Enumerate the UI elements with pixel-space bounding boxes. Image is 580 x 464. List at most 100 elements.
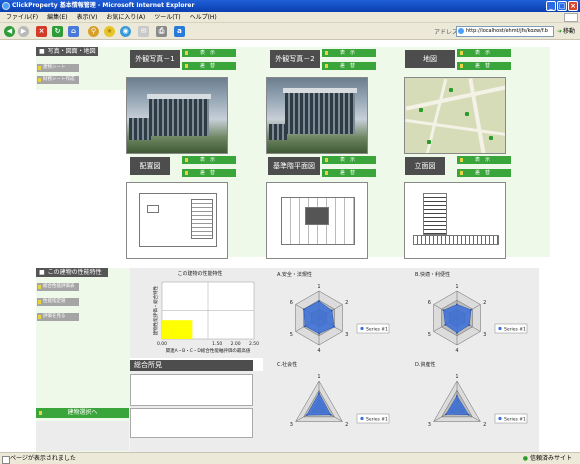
- section1-title: 写真・図面・地図: [47, 48, 96, 55]
- menu-favorites[interactable]: お気に入り(A): [106, 12, 145, 22]
- menu-tools[interactable]: ツール(T): [154, 12, 180, 22]
- radar-comfort-data-point: [470, 309, 472, 311]
- radar-comfort-axis-label: 5: [428, 332, 431, 338]
- back-icon[interactable]: ◀: [4, 26, 15, 37]
- building-sheet-button[interactable]: 建物シート: [37, 64, 79, 72]
- radar-social-legend: Series #1: [356, 413, 390, 424]
- address-input[interactable]: http://localhost/ehmt/jfs/kozw/f.b: [456, 26, 554, 37]
- media-icon[interactable]: ◉: [120, 26, 131, 37]
- radar-social-data-point: [318, 392, 320, 395]
- menu-edit[interactable]: 編集(E): [47, 12, 67, 22]
- radar-safety-data-point: [318, 300, 320, 303]
- panel-map-title: 地図: [405, 50, 455, 68]
- toolbar: ◀ ▶ × ↻ ⌂ ⚲ ★ ◉ ✉ ⎙ a アドレス(D) http://loc…: [0, 23, 580, 40]
- section1-header: 写真・図面・地図: [36, 47, 98, 56]
- y-axis-label: 建物性能評価・総合特性: [152, 285, 159, 335]
- radar-comfort-axis-label: 4: [455, 348, 458, 354]
- radar-comfort-legend: Series #1: [494, 323, 528, 334]
- elevation-drawing[interactable]: [404, 182, 506, 259]
- radar-asset-axis-label: 3: [428, 422, 431, 428]
- print-icon[interactable]: ⎙: [156, 26, 167, 37]
- exterior-photo-1[interactable]: [126, 77, 228, 154]
- section2-header: この建物の性能特性: [36, 268, 108, 277]
- go-button[interactable]: 移動: [557, 26, 579, 37]
- refresh-icon[interactable]: ↻: [52, 26, 63, 37]
- radar-safety-legend-label: Series #1: [366, 326, 388, 332]
- exterior-photo-2-show-button[interactable]: 表 示: [322, 49, 376, 57]
- radar-social-data-point: [305, 414, 308, 416]
- home-icon[interactable]: ⌂: [68, 26, 79, 37]
- radar-safety-axis-label: 6: [290, 300, 293, 306]
- radar-social-axis-label: 2: [345, 422, 348, 428]
- performance-evaluation-button[interactable]: 総合性能評価表: [37, 283, 79, 291]
- radar-safety-axis-label: 5: [290, 332, 293, 338]
- radar-comfort-legend-marker: [498, 326, 502, 331]
- radar-safety-data-point: [302, 308, 305, 311]
- minimize-button[interactable]: _: [546, 1, 556, 11]
- site-plan-drawing[interactable]: [126, 182, 228, 259]
- section2-title: この建物の性能特性: [47, 269, 102, 276]
- close-button[interactable]: ×: [568, 1, 578, 11]
- finance-sheet-button[interactable]: 財務シート作成: [37, 76, 79, 84]
- location-map[interactable]: [404, 77, 506, 154]
- site-plan-show-button[interactable]: 表 示: [182, 156, 236, 164]
- radar-social-axis-label: 1: [317, 374, 320, 380]
- x-tick-label: 0.00: [157, 341, 167, 347]
- stop-icon[interactable]: ×: [36, 26, 47, 37]
- floor-plan-show-button[interactable]: 表 示: [322, 156, 376, 164]
- mail-icon[interactable]: ✉: [138, 26, 149, 37]
- favorites-icon[interactable]: ★: [104, 26, 115, 37]
- search-icon[interactable]: ⚲: [88, 26, 99, 37]
- x-axis-label: 関連A・B・C・D総合性能軸評価の最高値: [166, 347, 251, 354]
- performance-values-button[interactable]: 性能指定値: [37, 298, 79, 306]
- window-titlebar: ClickProperty 基本情報管理 - Microsoft Interne…: [0, 0, 580, 12]
- radar-comfort-data-point: [456, 303, 458, 306]
- radar-comfort-data-point: [444, 323, 447, 326]
- highlight-region: [162, 320, 193, 339]
- floor-plan-drawing[interactable]: [266, 182, 368, 259]
- overall-opinion-textarea[interactable]: [130, 374, 253, 406]
- floor-plan-replace-button[interactable]: 差 替: [322, 169, 376, 177]
- menu-bar: ファイル(F) 編集(E) 表示(V) お気に入り(A) ツール(T) ヘルプ(…: [0, 12, 580, 23]
- menu-file[interactable]: ファイル(F): [6, 12, 38, 22]
- panel-site-plan-title: 配置図: [130, 157, 170, 175]
- menu-help[interactable]: ヘルプ(H): [190, 12, 217, 22]
- opinion-notes-textarea[interactable]: [130, 408, 253, 438]
- radar-social-data-point: [329, 413, 332, 416]
- scatter-chart-title: この建物の性能特性: [177, 270, 222, 277]
- radar-asset-data-point: [444, 413, 447, 416]
- menu-view[interactable]: 表示(V): [77, 12, 98, 22]
- forward-icon[interactable]: ▶: [18, 26, 29, 37]
- exterior-photo-1-show-button[interactable]: 表 示: [182, 49, 236, 57]
- building-select-button[interactable]: 建物選択へ: [36, 408, 129, 418]
- exterior-photo-2-replace-button[interactable]: 差 替: [322, 62, 376, 70]
- panel-floor-plan-title: 基準階平面図: [268, 157, 320, 175]
- radar-chart-safety: A.安全・法規性 1 2 3 4 5 6 Series #1: [277, 271, 390, 354]
- maximize-button[interactable]: □: [557, 1, 567, 11]
- radar-social-axis-label: 3: [290, 422, 293, 428]
- radar-safety-title: A.安全・法規性: [277, 271, 312, 278]
- x-tick-label: 1.50: [212, 341, 222, 347]
- window-title: ClickProperty 基本情報管理 - Microsoft Interne…: [12, 2, 195, 9]
- ie-logo-icon: [2, 2, 10, 10]
- radar-safety-data-point: [330, 309, 333, 312]
- x-tick-label: 2.00: [231, 341, 241, 347]
- map-replace-button[interactable]: 差 替: [457, 62, 511, 70]
- elevation-show-button[interactable]: 表 示: [457, 156, 511, 164]
- edit-icon[interactable]: a: [174, 26, 185, 37]
- radar-comfort-axis-label: 3: [483, 332, 486, 338]
- radar-comfort-axis-label: 2: [483, 300, 486, 306]
- radar-comfort-axis-label: 1: [455, 284, 458, 290]
- sidebar-empty-panel: [36, 421, 129, 451]
- exterior-photo-1-replace-button[interactable]: 差 替: [182, 62, 236, 70]
- map-show-button[interactable]: 表 示: [457, 49, 511, 57]
- elevation-replace-button[interactable]: 差 替: [457, 169, 511, 177]
- site-plan-replace-button[interactable]: 差 替: [182, 169, 236, 177]
- radar-comfort-title: B.快適・利便性: [415, 271, 450, 278]
- view-evaluation-button[interactable]: 評価を見る: [37, 313, 79, 321]
- radar-safety-axis-label: 4: [317, 348, 320, 354]
- exterior-photo-2[interactable]: [266, 77, 368, 154]
- x-tick-label: 2.50: [249, 341, 259, 347]
- performance-scatter-chart: この建物の性能特性 0.00 1.50 2.00 2.50関連A・B・C・D総合性能軸…: [152, 270, 259, 354]
- radar-social-legend-label: Series #1: [366, 416, 388, 422]
